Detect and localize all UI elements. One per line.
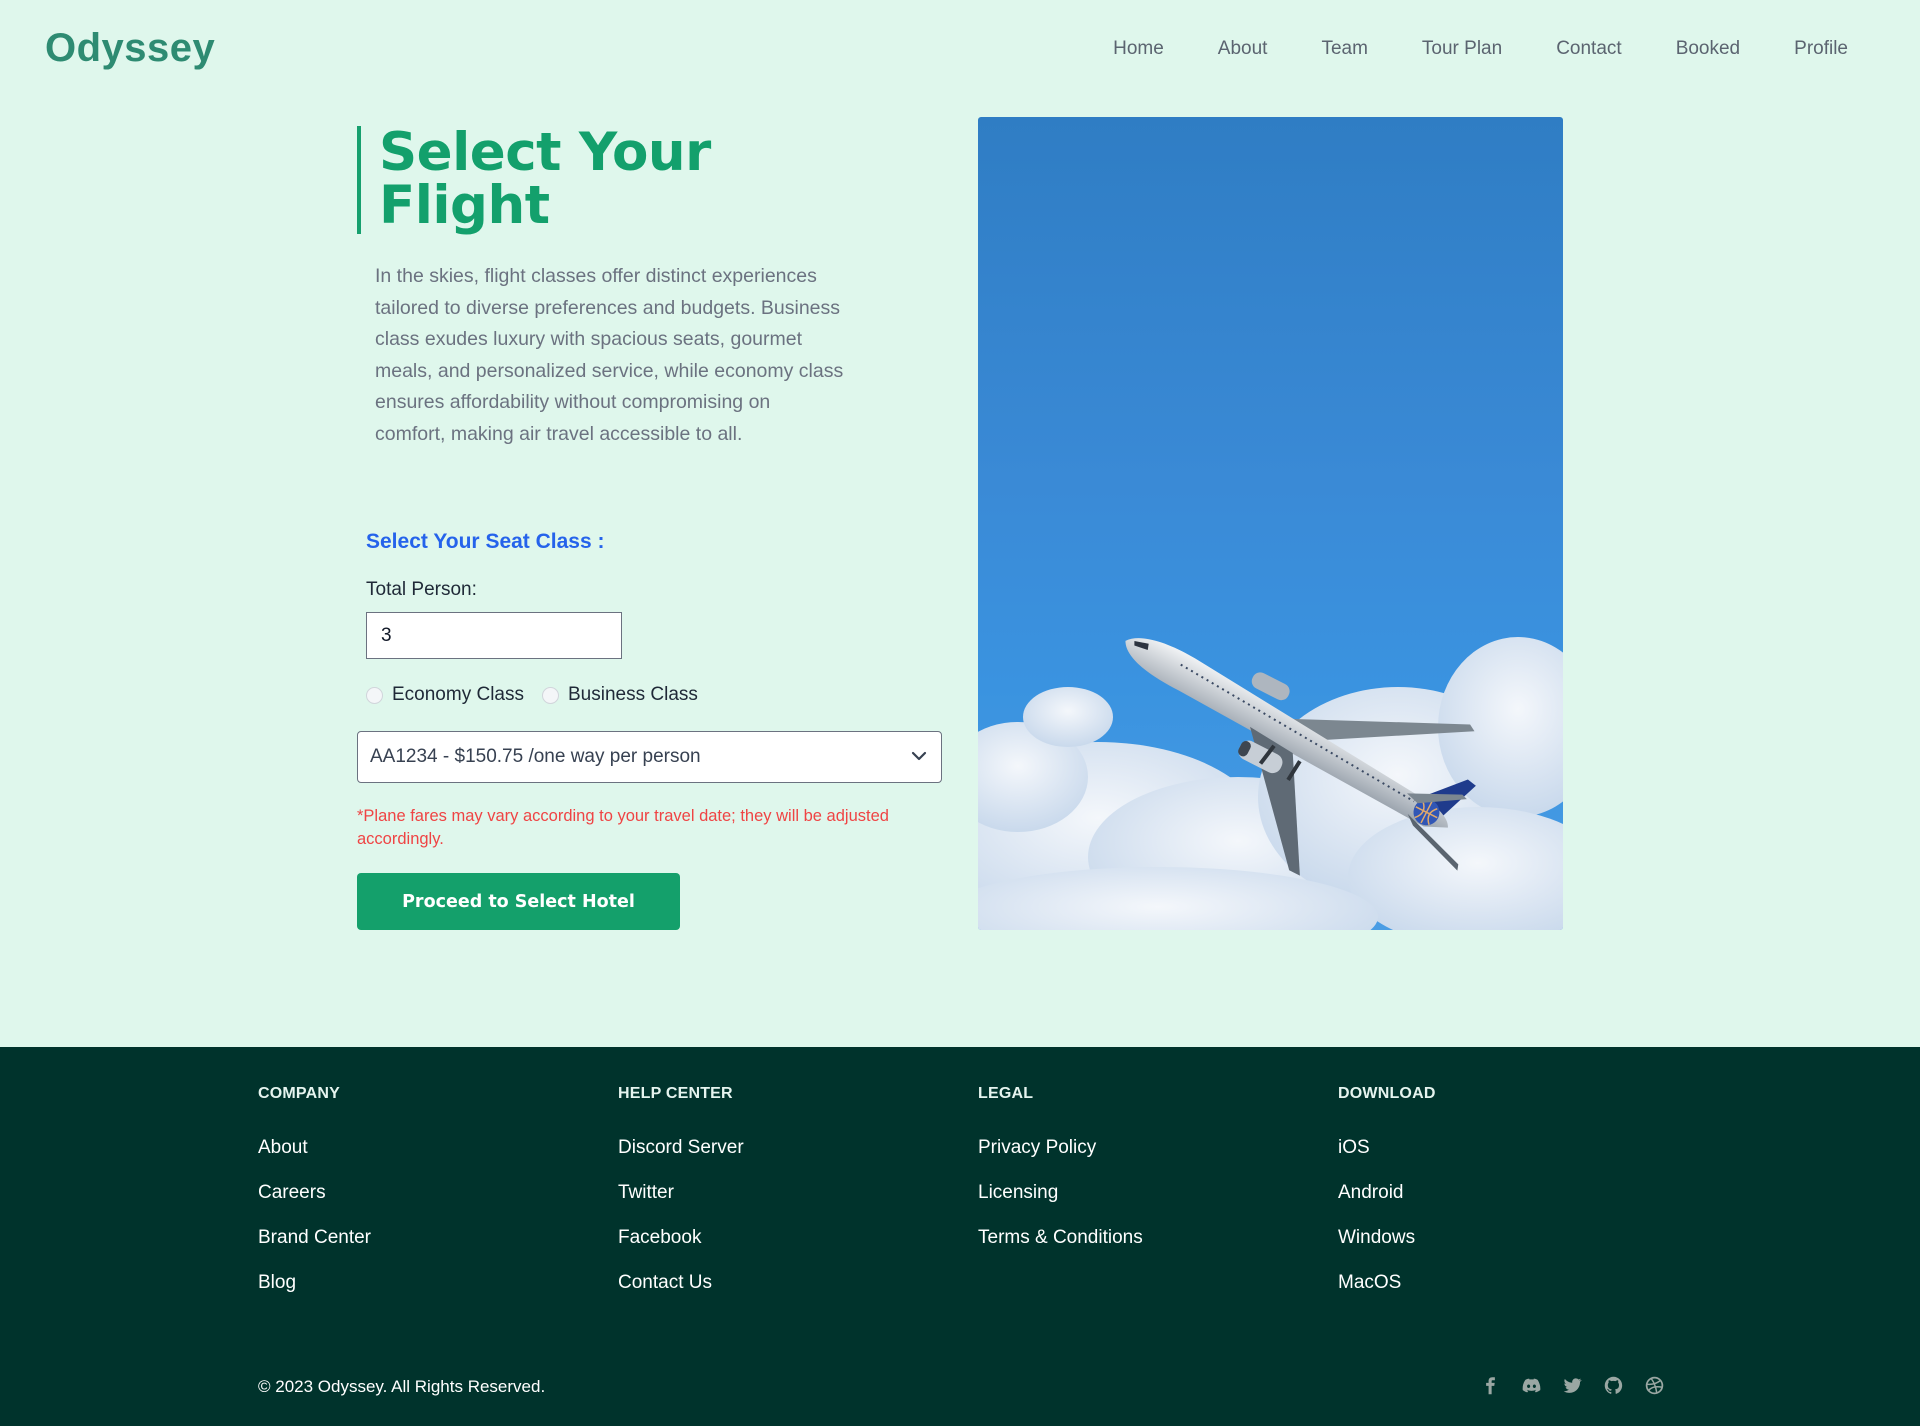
github-icon[interactable] [1603,1375,1624,1396]
flight-select[interactable]: AA1234 - $150.75 /one way per person [357,731,942,783]
dribbble-icon[interactable] [1644,1375,1665,1396]
social-links [1480,1375,1665,1396]
nav-contact[interactable]: Contact [1556,38,1621,60]
footer-column-download: DOWNLOAD iOS Android Windows MacOS [1338,1085,1436,1317]
seat-class-options: Economy Class Business Class [366,684,716,706]
business-class-label[interactable]: Business Class [568,684,698,706]
twitter-icon[interactable] [1562,1375,1583,1396]
intro-paragraph: In the skies, flight classes offer disti… [375,265,844,445]
copyright-text: © 2023 Odyssey. All Rights Reserved. [258,1377,546,1396]
footer-link-about[interactable]: About [258,1137,371,1158]
site-footer: COMPANY About Careers Brand Center Blog … [0,1047,1920,1426]
economy-class-radio[interactable] [366,686,383,704]
footer-link-privacy-policy[interactable]: Privacy Policy [978,1137,1143,1158]
footer-link-ios[interactable]: iOS [1338,1137,1436,1158]
logo[interactable]: Odyssey [45,26,215,71]
business-class-radio[interactable] [542,686,559,704]
chevron-down-icon [911,751,927,761]
footer-heading-company: COMPANY [258,1085,340,1102]
footer-heading-legal: LEGAL [978,1085,1034,1102]
footer-link-windows[interactable]: Windows [1338,1227,1436,1248]
total-person-input[interactable] [366,612,622,659]
discord-icon[interactable] [1521,1375,1542,1396]
flight-select-value: AA1234 - $150.75 /one way per person [370,746,701,767]
nav-home[interactable]: Home [1113,38,1164,60]
footer-link-facebook[interactable]: Facebook [618,1227,744,1248]
footer-heading-download: DOWNLOAD [1338,1085,1436,1102]
footer-link-twitter[interactable]: Twitter [618,1182,744,1203]
airplane-photo [978,117,1563,930]
seat-class-heading: Select Your Seat Class : [366,530,605,553]
footer-link-licensing[interactable]: Licensing [978,1182,1143,1203]
nav-team[interactable]: Team [1321,38,1367,60]
facebook-icon[interactable] [1480,1375,1501,1396]
footer-column-legal: LEGAL Privacy Policy Licensing Terms & C… [978,1085,1143,1272]
footer-heading-help-center: HELP CENTER [618,1085,733,1102]
site-header: Odyssey Home About Team Tour Plan Contac… [0,0,1920,100]
nav-profile[interactable]: Profile [1794,38,1848,60]
page-title: Select Your Flight [379,122,711,236]
airplane-illustration [978,637,1563,930]
footer-link-contact-us[interactable]: Contact Us [618,1272,744,1293]
footer-link-macos[interactable]: MacOS [1338,1272,1436,1293]
nav-about[interactable]: About [1218,38,1268,60]
main-nav: Home About Team Tour Plan Contact Booked… [1059,38,1848,60]
footer-link-discord-server[interactable]: Discord Server [618,1137,744,1158]
proceed-to-hotel-button[interactable]: Proceed to Select Hotel [357,873,680,930]
total-person-label: Total Person: [366,579,477,600]
footer-link-android[interactable]: Android [1338,1182,1436,1203]
footer-link-terms-conditions[interactable]: Terms & Conditions [978,1227,1143,1248]
economy-class-label[interactable]: Economy Class [392,684,524,706]
fare-disclaimer: *Plane fares may vary according to your … [357,807,889,848]
footer-link-careers[interactable]: Careers [258,1182,371,1203]
title-block: Select Your Flight [357,126,739,234]
nav-tour-plan[interactable]: Tour Plan [1422,38,1502,60]
footer-column-help-center: HELP CENTER Discord Server Twitter Faceb… [618,1085,744,1317]
footer-column-company: COMPANY About Careers Brand Center Blog [258,1085,371,1317]
footer-link-brand-center[interactable]: Brand Center [258,1227,371,1248]
footer-link-blog[interactable]: Blog [258,1272,371,1293]
nav-booked[interactable]: Booked [1676,38,1740,60]
